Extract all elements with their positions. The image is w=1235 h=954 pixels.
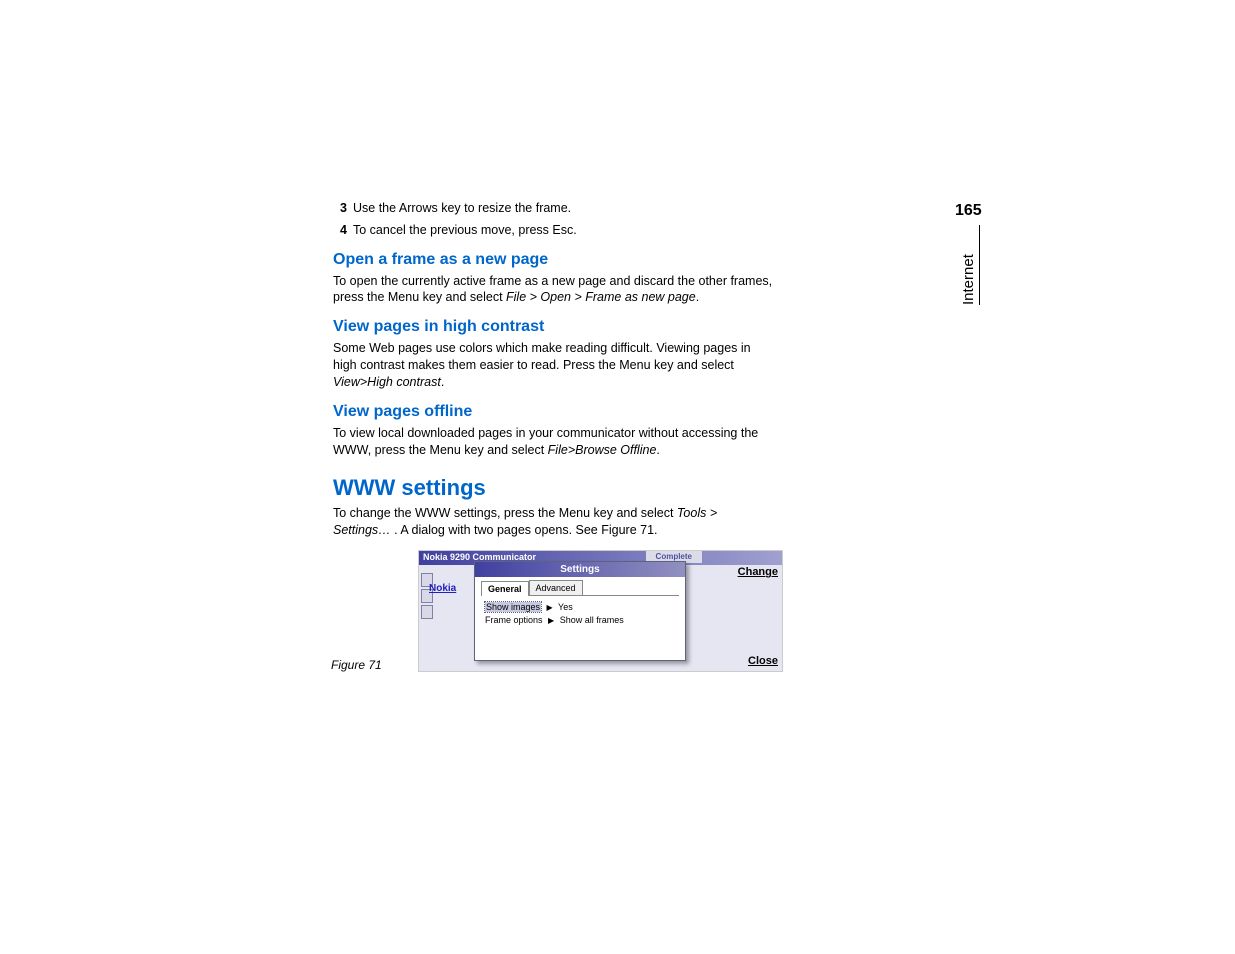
heading-high-contrast: View pages in high contrast xyxy=(333,318,973,336)
dialog-tabs: General Advanced xyxy=(481,580,685,595)
softkey-change[interactable]: Change xyxy=(738,566,778,578)
heading-offline: View pages offline xyxy=(333,403,973,421)
heading-open-frame: Open a frame as a new page xyxy=(333,251,973,269)
figure-71: Nokia 9290 Communicator Complete Nokia C… xyxy=(333,550,783,672)
step-text: To cancel the previous move, press Esc. xyxy=(353,223,577,237)
tab-general[interactable]: General xyxy=(481,581,529,596)
left-toolbar xyxy=(421,573,433,621)
para-www-settings: To change the WWW settings, press the Me… xyxy=(333,505,773,539)
row-value: Show all frames xyxy=(560,615,624,625)
para-open-frame: To open the currently active frame as a … xyxy=(333,273,773,307)
caret-right-icon: ▶ xyxy=(548,616,554,625)
tab-panel-general: Show images ▶ Yes Frame options ▶ Show a… xyxy=(481,595,679,634)
page-content: 3 Use the Arrows key to resize the frame.… xyxy=(333,200,973,672)
row-label: Frame options xyxy=(485,615,543,625)
tab-advanced[interactable]: Advanced xyxy=(529,580,583,595)
heading-www-settings: WWW settings xyxy=(333,475,973,501)
step-number: 4 xyxy=(333,222,347,238)
screenshot-settings-dialog: Nokia 9290 Communicator Complete Nokia C… xyxy=(418,550,783,672)
dialog-title: Settings xyxy=(475,562,685,577)
row-frame-options[interactable]: Frame options ▶ Show all frames xyxy=(485,615,675,625)
step-3: 3 Use the Arrows key to resize the frame. xyxy=(333,200,973,216)
step-4: 4 To cancel the previous move, press Esc. xyxy=(333,222,973,238)
para-offline: To view local downloaded pages in your c… xyxy=(333,425,773,459)
row-value: Yes xyxy=(558,602,573,612)
step-text: Use the Arrows key to resize the frame. xyxy=(353,201,571,215)
row-label: Show images xyxy=(485,602,541,612)
toolbar-icon[interactable] xyxy=(421,605,433,619)
para-high-contrast: Some Web pages use colors which make rea… xyxy=(333,340,773,391)
nokia-link[interactable]: Nokia xyxy=(429,583,456,594)
row-show-images[interactable]: Show images ▶ Yes xyxy=(485,602,675,612)
figure-caption: Figure 71 xyxy=(331,658,382,672)
softkey-close[interactable]: Close xyxy=(748,655,778,667)
step-number: 3 xyxy=(333,200,347,216)
caret-right-icon: ▶ xyxy=(547,603,553,612)
settings-dialog: Settings General Advanced Show images ▶ … xyxy=(474,561,686,661)
